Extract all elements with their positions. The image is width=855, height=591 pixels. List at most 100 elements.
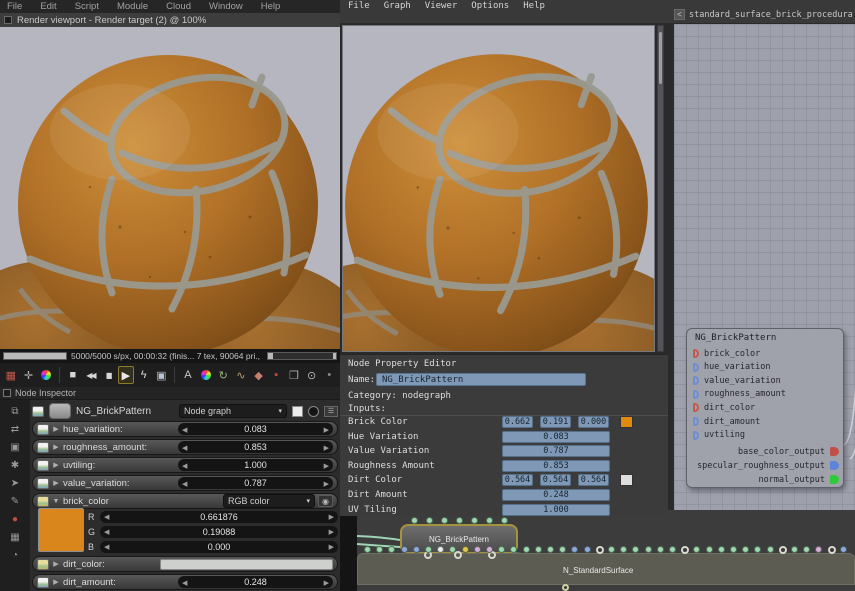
surface-node-input-pin[interactable] — [474, 546, 481, 553]
text-overlay-icon[interactable]: A — [180, 366, 196, 384]
rotate-icon[interactable]: ↻ — [215, 366, 231, 384]
dot-icon[interactable]: • — [321, 366, 337, 384]
input-pin[interactable] — [693, 363, 699, 372]
menu-options[interactable]: Options — [471, 1, 509, 11]
brick-node-input-pin[interactable] — [411, 517, 418, 524]
nodegraph-canvas[interactable]: NG_BrickPattern brick_colorhue_variation… — [672, 24, 855, 510]
dirt-color-swatch[interactable] — [160, 559, 333, 570]
color-correction-icon[interactable] — [198, 366, 214, 384]
slider-increment-icon[interactable]: ▶ — [324, 579, 329, 587]
menu-script[interactable]: Script — [75, 1, 99, 12]
input-value-field[interactable]: 0.853 — [502, 460, 610, 472]
expand-arrow-icon[interactable]: ▶ — [52, 479, 60, 487]
surface-node-input-pin[interactable] — [510, 546, 517, 553]
slider-decrement-icon[interactable]: ◀ — [182, 480, 187, 488]
slider-decrement-icon[interactable]: ◀ — [182, 426, 187, 434]
brick-node-input-pin[interactable] — [441, 517, 448, 524]
surface-node-input-pin[interactable] — [742, 546, 749, 553]
expand-arrow-icon[interactable]: ▶ — [52, 443, 60, 451]
standard-surface-graph-node[interactable]: N_StandardSurface — [357, 553, 855, 585]
brick-color-swatch[interactable] — [38, 508, 84, 552]
surface-node-input-pin[interactable] — [669, 546, 676, 553]
menu-cloud[interactable]: Cloud — [166, 1, 191, 12]
input-value-field[interactable]: 0.000 — [578, 416, 609, 428]
menu-module[interactable]: Module — [117, 1, 148, 12]
dirt-amount-slider[interactable]: ◀ 0.248 ▶ — [178, 576, 333, 588]
node-icon[interactable]: ✱ — [6, 458, 24, 472]
input-value-field[interactable]: 0.083 — [502, 431, 610, 443]
options-menu-button[interactable]: ☰ — [324, 406, 338, 417]
surface-node-input-pin[interactable] — [620, 546, 627, 553]
surface-node-input-pin[interactable] — [803, 546, 810, 553]
slider-decrement-icon[interactable]: ◀ — [104, 528, 109, 536]
play-icon[interactable]: ▶ — [118, 366, 134, 384]
surface-node-input-pin[interactable] — [584, 546, 591, 553]
surface-node-input-pin[interactable] — [657, 546, 664, 553]
surface-node-input-pin[interactable] — [523, 546, 530, 553]
surface-node-input-pin[interactable] — [388, 546, 395, 553]
brick-node-output-pin[interactable] — [454, 551, 462, 559]
slider-increment-icon[interactable]: ▶ — [324, 480, 329, 488]
slider-increment-icon[interactable]: ▶ — [329, 513, 334, 521]
back-button[interactable]: < — [674, 9, 685, 20]
color-mode-dropdown[interactable]: RGB color ▾ — [223, 494, 315, 508]
surface-node-input-pin[interactable] — [815, 546, 822, 553]
brick-node-input-pin[interactable] — [471, 517, 478, 524]
roughness-amount-slider[interactable]: ◀ 0.853 ▶ — [178, 441, 333, 453]
display-output-icon[interactable]: ▣ — [153, 366, 169, 384]
output-pin[interactable] — [830, 447, 839, 456]
surface-node-input-pin[interactable] — [596, 546, 604, 554]
menu-edit[interactable]: Edit — [40, 1, 56, 12]
input-value-field[interactable]: 0.564 — [502, 474, 533, 486]
brick-node-input-pin[interactable] — [456, 517, 463, 524]
expand-arrow-icon[interactable]: ▶ — [52, 425, 60, 433]
surface-node-input-pin[interactable] — [571, 546, 578, 553]
input-value-field[interactable]: 0.564 — [578, 474, 609, 486]
surface-node-input-pin[interactable] — [486, 546, 493, 553]
surface-node-input-pin[interactable] — [632, 546, 639, 553]
surface-node-input-pin[interactable] — [706, 546, 713, 553]
search-zoom-icon[interactable]: ⊙ — [304, 366, 320, 384]
surface-node-input-pin[interactable] — [376, 546, 383, 553]
surface-node-input-pin[interactable] — [413, 546, 420, 553]
node-type-dropdown[interactable]: Node graph ▾ — [179, 404, 287, 418]
visibility-eye-icon[interactable]: ◉ — [318, 495, 333, 507]
surface-node-input-pin[interactable] — [462, 546, 469, 553]
scrollbar-thumb[interactable] — [659, 32, 662, 84]
keyframe-icon[interactable]: ◆ — [251, 366, 267, 384]
flat-preview-button[interactable] — [292, 406, 303, 417]
navigate-icon[interactable]: ✛ — [21, 366, 37, 384]
input-pin[interactable] — [693, 417, 699, 426]
output-pin[interactable] — [830, 475, 839, 484]
input-value-field[interactable]: 0.248 — [502, 489, 610, 501]
input-pin[interactable] — [693, 431, 699, 440]
color-swatch[interactable] — [620, 474, 633, 486]
curves-icon[interactable]: ∿ — [233, 366, 249, 384]
skip-to-start-icon[interactable]: ◀◀ — [83, 366, 99, 384]
blue-channel-slider[interactable]: ◀ 0.000 ▶ — [100, 541, 338, 553]
surface-node-input-pin[interactable] — [767, 546, 774, 553]
expand-arrow-icon[interactable]: ▶ — [52, 560, 60, 568]
input-value-field[interactable]: 0.662 — [502, 416, 533, 428]
node-preview-swatch[interactable] — [49, 403, 71, 419]
brick-node-input-pin[interactable] — [501, 517, 508, 524]
render-region-icon[interactable]: ▦ — [3, 366, 19, 384]
menu-window[interactable]: Window — [209, 1, 243, 12]
menu-help[interactable]: Help — [261, 1, 281, 12]
menu-viewer[interactable]: Viewer — [425, 1, 458, 11]
menu-help[interactable]: Help — [523, 1, 545, 11]
ng-brickpattern-node[interactable]: NG_BrickPattern brick_colorhue_variation… — [686, 328, 844, 488]
input-pin[interactable] — [693, 376, 699, 385]
slider-increment-icon[interactable]: ▶ — [324, 426, 329, 434]
slider-decrement-icon[interactable]: ◀ — [182, 579, 187, 587]
slider-increment-icon[interactable]: ▶ — [329, 528, 334, 536]
pause-icon[interactable]: ▮▮ — [100, 366, 116, 384]
surface-node-input-pin[interactable] — [754, 546, 761, 553]
render-viewport[interactable] — [0, 27, 340, 349]
connections-icon[interactable]: ⇄ — [6, 422, 24, 436]
red-channel-slider[interactable]: ◀ 0.661876 ▶ — [100, 511, 338, 523]
surface-node-input-pin[interactable] — [828, 546, 836, 554]
green-channel-slider[interactable]: ◀ 0.19088 ▶ — [100, 526, 338, 538]
slider-decrement-icon[interactable]: ◀ — [182, 462, 187, 470]
surface-node-input-pin[interactable] — [535, 546, 542, 553]
